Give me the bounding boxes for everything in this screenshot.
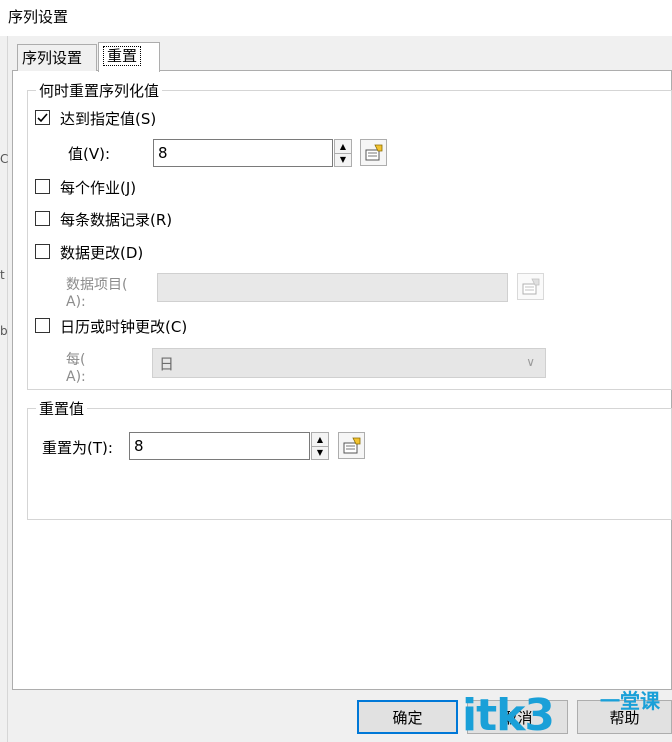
every-label-line2: A): (66, 369, 86, 385)
ok-button-label: 确定 (392, 708, 423, 727)
value-input[interactable]: 8 (153, 139, 333, 167)
every-select[interactable]: 日 ∨ (152, 348, 546, 378)
background-edge-mark: t (0, 268, 5, 282)
data-item-picker-button[interactable] (517, 273, 544, 300)
every-select-value: 日 (159, 355, 175, 373)
data-item-label-line1: 数据项目( (66, 277, 128, 293)
reset-to-picker-button[interactable] (338, 432, 365, 459)
ok-button[interactable]: 确定 (357, 700, 458, 734)
reset-value-legend: 重置值 (36, 398, 88, 419)
background-window-edge (0, 36, 8, 742)
spin-down-icon[interactable]: ▼ (335, 152, 351, 167)
background-edge-mark: b (0, 324, 8, 338)
title-bar (0, 0, 672, 36)
value-spinner[interactable]: ▲ ▼ (334, 139, 352, 167)
when-reset-legend: 何时重置序列化值 (36, 80, 163, 101)
window-title: 序列设置 (8, 8, 69, 26)
reset-to-label: 重置为(T): (42, 439, 113, 457)
field-picker-icon (343, 437, 360, 453)
value-field-picker-button[interactable] (360, 139, 387, 166)
field-picker-icon (365, 144, 382, 160)
data-item-label-line2: A): (66, 294, 86, 310)
data-item-label: 数据项目( A): (66, 277, 127, 311)
each-job-checkbox[interactable] (35, 179, 50, 194)
data-item-input[interactable] (157, 273, 508, 302)
when-reset-group (27, 90, 672, 390)
watermark-logo: itk3 (462, 690, 555, 741)
watermark-logo-sub: 一堂课 (600, 690, 660, 712)
tab-label: 序列设置 (22, 49, 83, 67)
chevron-down-icon: ∨ (526, 355, 535, 369)
reach-value-label: 达到指定值(S) (60, 110, 157, 128)
each-record-checkbox[interactable] (35, 211, 50, 226)
tab-reset[interactable]: 重置 (98, 42, 160, 72)
reset-value-group (27, 408, 672, 520)
tab-sequence-settings[interactable]: 序列设置 (17, 44, 97, 71)
background-edge-mark: C (0, 152, 9, 166)
checkmark-icon (37, 113, 48, 123)
every-label: 每( A): (66, 352, 86, 386)
spin-up-icon[interactable]: ▲ (312, 433, 328, 446)
calendar-change-checkbox[interactable] (35, 318, 50, 333)
data-change-label: 数据更改(D) (60, 244, 144, 262)
calendar-change-label: 日历或时钟更改(C) (60, 318, 188, 336)
watermark-sub-line1: 一堂课 (600, 689, 660, 713)
each-record-label: 每条数据记录(R) (60, 211, 173, 229)
reach-value-checkbox[interactable] (35, 110, 50, 125)
every-label-line1: 每( (66, 352, 86, 368)
reset-to-input[interactable]: 8 (129, 432, 310, 460)
spin-down-icon[interactable]: ▼ (312, 445, 328, 460)
field-picker-icon (522, 278, 539, 294)
spin-up-icon[interactable]: ▲ (335, 140, 351, 153)
each-job-label: 每个作业(J) (60, 179, 137, 197)
data-change-checkbox[interactable] (35, 244, 50, 259)
tab-label: 重置 (103, 46, 142, 66)
value-label: 值(V): (68, 145, 111, 163)
reset-to-spinner[interactable]: ▲ ▼ (311, 432, 329, 460)
